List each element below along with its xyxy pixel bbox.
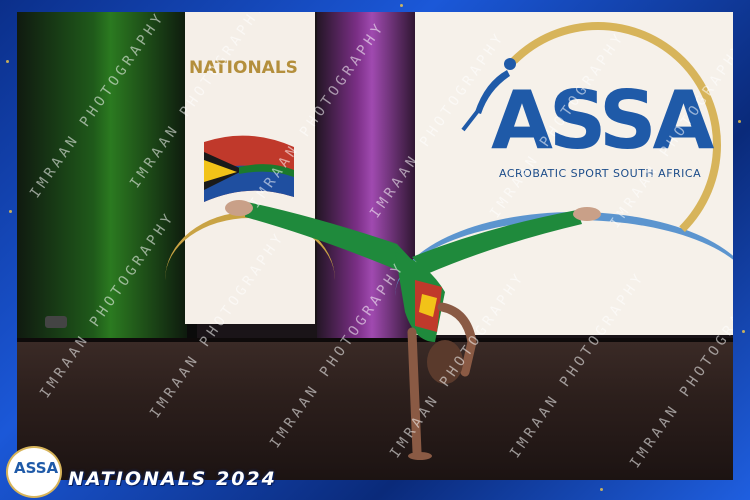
sparkle bbox=[6, 60, 9, 63]
photo-frame: NATIONALS ASSA ACROBATIC SPORT SOUTH AFR… bbox=[0, 0, 750, 500]
sparkle bbox=[738, 120, 741, 123]
gymnast-figure bbox=[225, 200, 601, 460]
sparkle bbox=[9, 210, 12, 213]
badge-text: ASSA bbox=[14, 459, 59, 477]
event-title: NATIONALS 2024 bbox=[68, 468, 277, 490]
sparkle bbox=[742, 330, 745, 333]
sparkle bbox=[400, 4, 403, 7]
sparkle bbox=[600, 488, 603, 491]
stage-photo: NATIONALS ASSA ACROBATIC SPORT SOUTH AFR… bbox=[17, 12, 733, 480]
